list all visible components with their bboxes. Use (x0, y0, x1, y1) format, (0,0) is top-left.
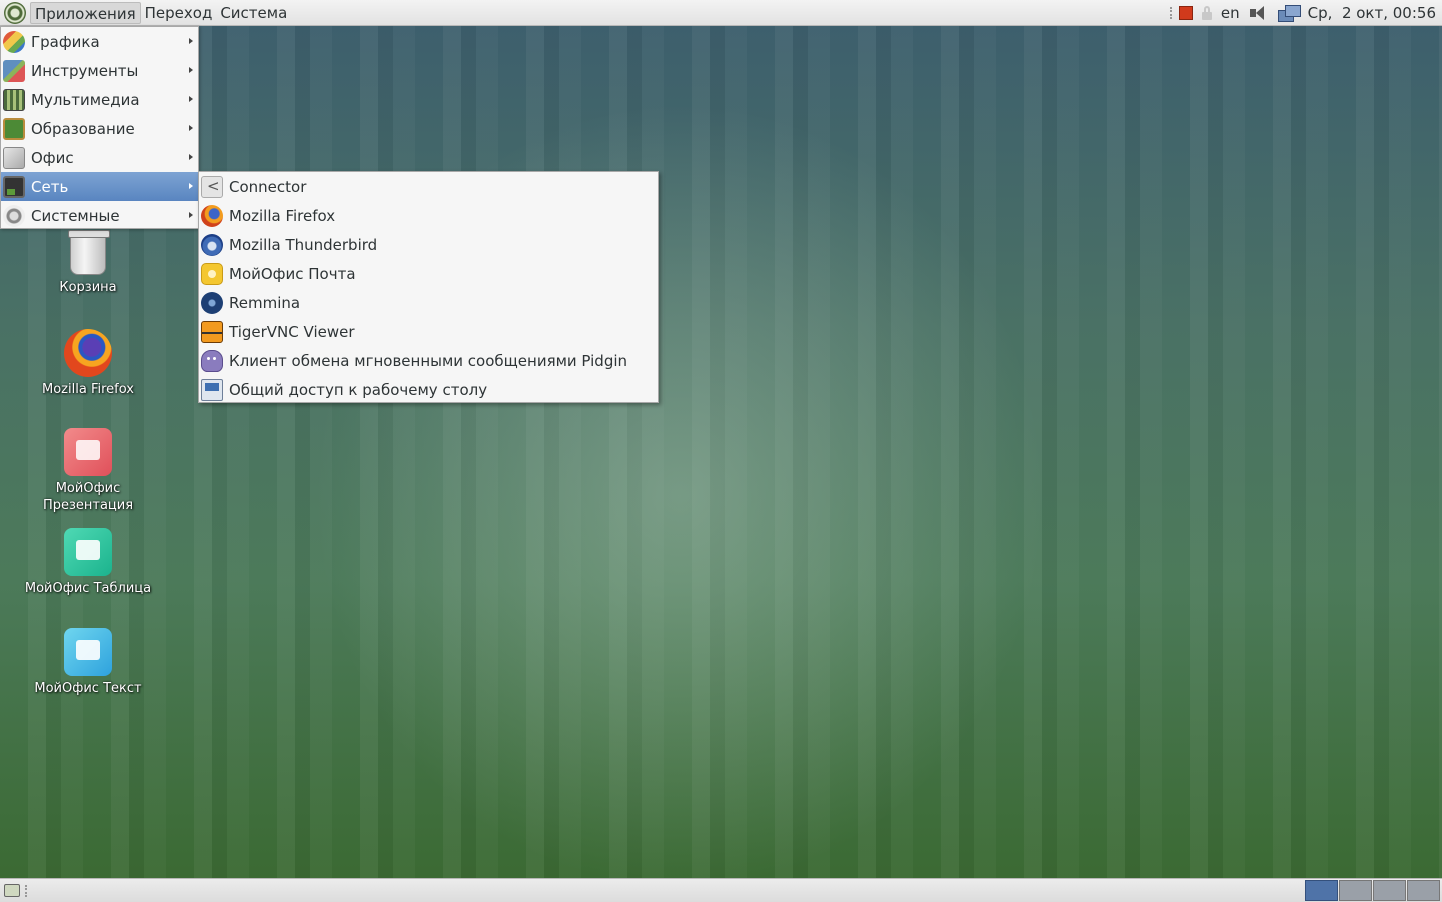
network-icon[interactable] (1277, 4, 1301, 22)
pidgin-icon (201, 349, 223, 372)
workspace-switcher (1304, 880, 1440, 901)
submenu-item-label: Mozilla Thunderbird (229, 235, 378, 254)
myoffice-mail-icon (201, 262, 223, 285)
submenu-item-pidgin[interactable]: Клиент обмена мгновенными сообщениями Pi… (199, 346, 658, 375)
desktop-icon-label: Mozilla Firefox (42, 382, 134, 397)
keyboard-layout-indicator[interactable]: en (1221, 4, 1240, 22)
volume-icon[interactable] (1248, 5, 1270, 21)
indicator-icon[interactable] (1178, 6, 1193, 20)
submenu-item-firefox[interactable]: Mozilla Firefox (199, 201, 658, 230)
desktop-icon-label: Корзина (59, 280, 117, 295)
submenu-item-label: Mozilla Firefox (229, 206, 336, 225)
submenu-item-desktop-sharing[interactable]: Общий доступ к рабочему столу (199, 375, 658, 404)
submenu-item-label: Remmina (229, 293, 301, 312)
submenu-arrow-icon (189, 38, 193, 44)
submenu-item-myoffice-mail[interactable]: МойОфис Почта (199, 259, 658, 288)
tray-handle[interactable] (1169, 7, 1173, 19)
clock[interactable]: Ср, 2 окт, 00:56 (1308, 4, 1436, 22)
distro-logo-icon[interactable] (4, 1, 26, 24)
show-desktop-icon[interactable] (4, 884, 20, 897)
places-menu[interactable]: Переход (141, 2, 217, 24)
bottom-panel (0, 878, 1442, 902)
workspace-1[interactable] (1305, 880, 1338, 901)
applications-dropdown: Графика Инструменты Мультимедиа Образова… (0, 26, 199, 229)
submenu-item-remmina[interactable]: Remmina (199, 288, 658, 317)
submenu-arrow-icon (189, 212, 193, 218)
system-tray: en Ср, 2 окт, 00:56 (1169, 0, 1442, 26)
menu-item-label: Системные (31, 206, 120, 225)
desktop-icon-firefox[interactable]: Mozilla Firefox (13, 329, 163, 398)
menu-item-label: Графика (31, 32, 100, 51)
tigervnc-icon (201, 320, 223, 343)
panel-handle[interactable] (25, 885, 27, 897)
submenu-item-tigervnc[interactable]: TigerVNC Viewer (199, 317, 658, 346)
menu-item-tools[interactable]: Инструменты (1, 56, 198, 85)
myoffice-text-icon (64, 628, 112, 676)
menu-item-multimedia[interactable]: Мультимедиа (1, 85, 198, 114)
thunderbird-icon (201, 233, 223, 256)
graphics-icon (3, 30, 25, 53)
desktop-background[interactable] (0, 26, 1442, 878)
menu-item-office[interactable]: Офис (1, 143, 198, 172)
desktop-icon-label: МойОфис (55, 481, 121, 496)
submenu-item-label: TigerVNC Viewer (229, 322, 355, 341)
top-panel: Приложения Переход Система en Ср, 2 окт,… (0, 0, 1442, 26)
submenu-item-connector[interactable]: Connector (199, 172, 658, 201)
menu-item-label: Образование (31, 119, 135, 138)
menu-item-system[interactable]: Системные (1, 201, 198, 230)
submenu-arrow-icon (189, 96, 193, 102)
connector-icon (201, 175, 223, 198)
applications-menu[interactable]: Приложения (30, 1, 141, 24)
menu-item-education[interactable]: Образование (1, 114, 198, 143)
lock-icon[interactable] (1201, 6, 1213, 20)
submenu-item-label: Клиент обмена мгновенными сообщениями Pi… (229, 351, 628, 370)
menu-item-graphics[interactable]: Графика (1, 27, 198, 56)
submenu-item-label: Общий доступ к рабочему столу (229, 380, 488, 399)
firefox-icon (64, 329, 112, 377)
menu-item-label: Инструменты (31, 61, 139, 80)
tools-icon (3, 59, 25, 82)
desktop-icon-label: Презентация (42, 498, 134, 513)
system-icon (3, 204, 25, 227)
menu-item-label: Сеть (31, 177, 69, 196)
submenu-arrow-icon (189, 154, 193, 160)
trash-icon (68, 230, 110, 275)
desktop-share-icon (201, 378, 223, 401)
workspace-4[interactable] (1407, 880, 1440, 901)
submenu-item-thunderbird[interactable]: Mozilla Thunderbird (199, 230, 658, 259)
menu-item-network[interactable]: Сеть (1, 172, 198, 201)
desktop-icon-myoffice-text[interactable]: МойОфис Текст (13, 628, 163, 697)
network-submenu: Connector Mozilla Firefox Mozilla Thunde… (198, 171, 659, 403)
desktop-icon-myoffice-table[interactable]: МойОфис Таблица (13, 528, 163, 597)
submenu-item-label: Connector (229, 177, 307, 196)
desktop-icon-label: МойОфис Текст (34, 681, 142, 696)
submenu-item-label: МойОфис Почта (229, 264, 356, 283)
remmina-icon (201, 291, 223, 314)
network-icon (3, 175, 25, 198)
firefox-icon (201, 204, 223, 227)
system-menu[interactable]: Система (216, 2, 291, 24)
workspace-2[interactable] (1339, 880, 1372, 901)
education-icon (3, 117, 25, 140)
desktop-icon-myoffice-presentation[interactable]: МойОфис Презентация (13, 428, 163, 514)
submenu-arrow-icon (189, 125, 193, 131)
submenu-arrow-icon (189, 67, 193, 73)
submenu-arrow-icon (189, 183, 193, 189)
menu-item-label: Офис (31, 148, 74, 167)
desktop-icon-trash[interactable]: Корзина (13, 230, 163, 296)
myoffice-table-icon (64, 528, 112, 576)
office-icon (3, 146, 25, 169)
desktop-icon-label: МойОфис Таблица (24, 581, 152, 596)
workspace-3[interactable] (1373, 880, 1406, 901)
multimedia-icon (3, 88, 25, 111)
menu-item-label: Мультимедиа (31, 90, 140, 109)
myoffice-presentation-icon (64, 428, 112, 476)
